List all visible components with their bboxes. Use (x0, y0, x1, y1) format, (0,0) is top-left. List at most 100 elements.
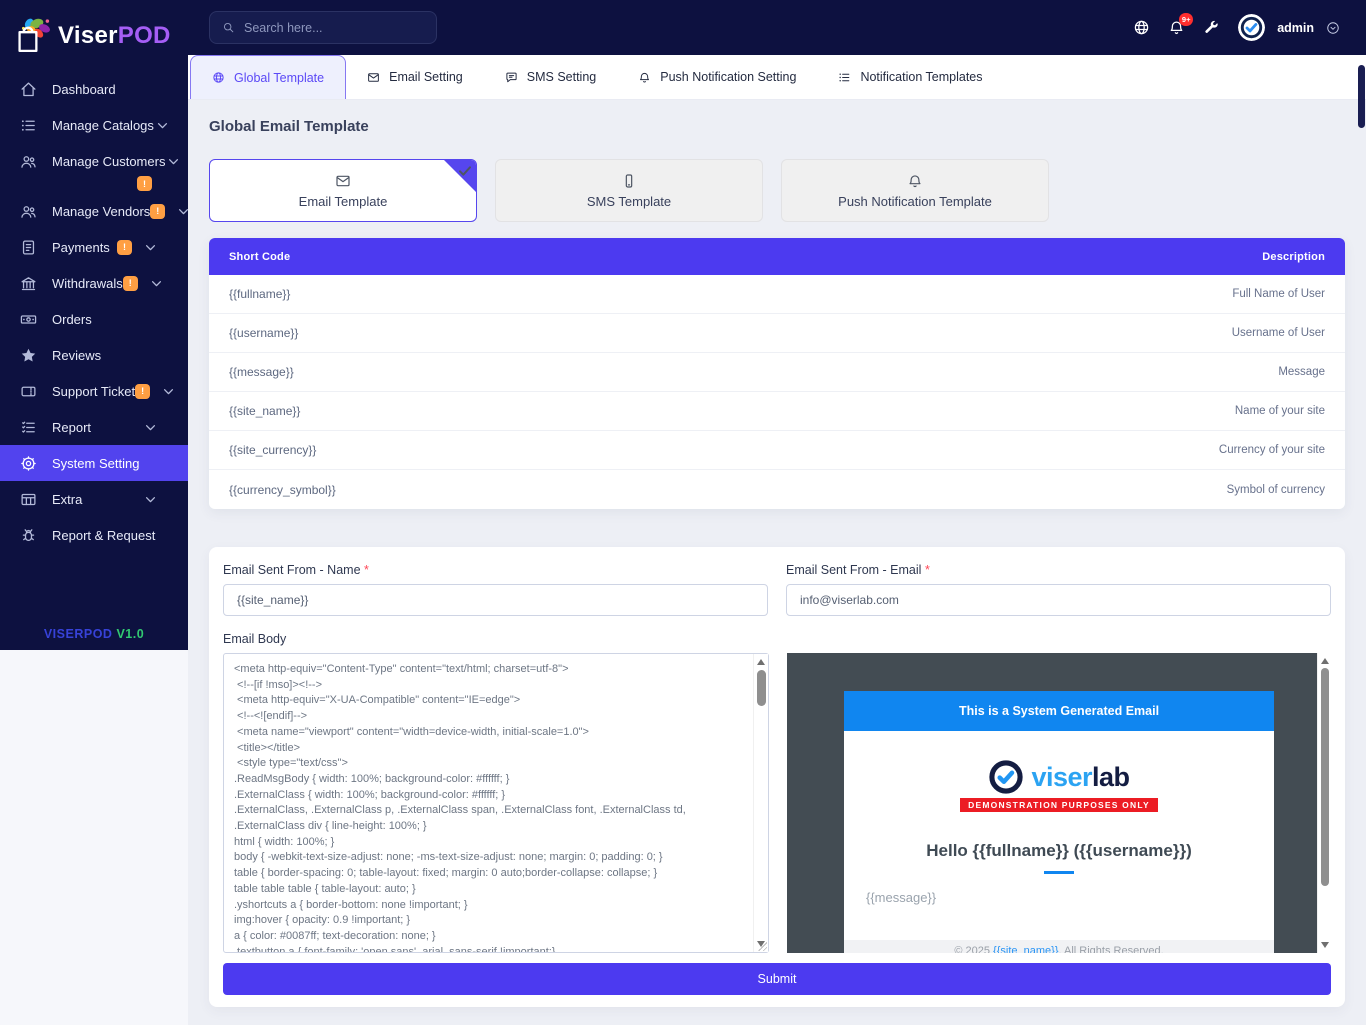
chevron-down-icon (165, 153, 182, 170)
email-preview-panel: This is a System Generated Email viserla… (787, 653, 1331, 953)
tab-sms-setting[interactable]: SMS Setting (484, 55, 617, 99)
language-globe-icon[interactable] (1133, 19, 1150, 36)
invoice-icon (20, 239, 37, 256)
shortcode-value: {{currency_symbol}} (229, 483, 336, 497)
sidebar-item-manage-vendors[interactable]: Manage Vendors! (0, 193, 188, 229)
shortcode-description: Message (1278, 366, 1325, 378)
bell-icon (638, 71, 651, 84)
brand-logo[interactable]: ViserPOD (0, 0, 188, 71)
sidebar-item-payments[interactable]: Payments! (0, 229, 188, 265)
chevron-down-icon (160, 383, 177, 400)
table-header: Short Code Description (209, 238, 1345, 275)
site-name-link[interactable]: {{site_name}} (993, 945, 1058, 953)
search-input[interactable] (244, 21, 424, 35)
email-preview: This is a System Generated Email viserla… (844, 691, 1274, 953)
table-row: {{message}}Message (209, 353, 1345, 392)
submit-button[interactable]: Submit (223, 963, 1331, 995)
shortcode-description: Username of User (1232, 327, 1325, 339)
phone-icon (621, 173, 637, 189)
top-bar: 9+ admin (188, 0, 1366, 55)
preview-body: viserlab DEMONSTRATION PURPOSES ONLY Hel… (844, 731, 1274, 953)
globe-icon (212, 71, 225, 84)
report-icon (20, 419, 37, 436)
users-icon (20, 203, 37, 220)
admin-menu-label[interactable]: admin (1277, 21, 1314, 35)
bug-icon (20, 527, 37, 544)
sidebar-item-support-ticket[interactable]: Support Ticket! (0, 373, 188, 409)
chat-icon (505, 71, 518, 84)
card-sms-template[interactable]: SMS Template (495, 159, 763, 222)
preview-banner: This is a System Generated Email (844, 691, 1274, 731)
page-title: Global Email Template (209, 118, 1345, 135)
chevron-down-icon (154, 117, 171, 134)
sidebar-item-report-request[interactable]: Report & Request (0, 517, 188, 553)
tab-notification-templates[interactable]: Notification Templates (817, 55, 1003, 99)
tab-push-notification-setting[interactable]: Push Notification Setting (617, 55, 817, 99)
name-field-label: Email Sent From - Name * (223, 563, 768, 577)
brand-name: ViserPOD (58, 22, 171, 50)
catalog-icon (20, 117, 37, 134)
chevron-down-icon (175, 203, 192, 220)
notification-count-badge: 9+ (1179, 13, 1193, 26)
tab-email-setting[interactable]: Email Setting (346, 55, 484, 99)
cash-icon (20, 311, 37, 328)
column-description: Description (1262, 251, 1325, 263)
email-template-form: Email Sent From - Name * Email Sent From… (209, 547, 1345, 1007)
card-push-notification-template[interactable]: Push Notification Template (781, 159, 1049, 222)
scrollbar-thumb[interactable] (757, 670, 766, 706)
resize-grip-icon[interactable] (757, 941, 767, 951)
required-mark: * (925, 563, 930, 577)
sidebar: ViserPOD Dashboard Manage Catalogs Manag… (0, 0, 188, 650)
sidebar-item-manage-catalogs[interactable]: Manage Catalogs (0, 107, 188, 143)
status-badge: ! (123, 276, 138, 291)
column-short-code: Short Code (229, 251, 290, 263)
sidebar-item-reviews[interactable]: Reviews (0, 337, 188, 373)
chevron-down-icon (142, 239, 159, 256)
table-row: {{site_name}}Name of your site (209, 392, 1345, 431)
shortcode-table: Short Code Description {{fullname}}Full … (209, 238, 1345, 509)
template-type-cards: Email Template SMS Template Push Notific… (209, 159, 1345, 222)
star-icon (20, 347, 37, 364)
table-row: {{fullname}}Full Name of User (209, 275, 1345, 314)
users-icon (20, 153, 37, 170)
chevron-down-icon[interactable] (1326, 21, 1340, 35)
viserlab-mark-icon (988, 759, 1024, 795)
table-row: {{site_currency}}Currency of your site (209, 431, 1345, 470)
email-body-textarea[interactable]: <meta http-equiv="Content-Type" content=… (224, 654, 752, 952)
page-scrollbar[interactable] (1358, 65, 1365, 128)
envelope-icon (367, 71, 380, 84)
demo-ribbon: DEMONSTRATION PURPOSES ONLY (960, 798, 1158, 812)
sidebar-item-dashboard[interactable]: Dashboard (0, 71, 188, 107)
main-content: Global Email Template Email Template SMS… (188, 100, 1366, 1025)
bank-icon (20, 275, 37, 292)
sidebar-item-system-setting[interactable]: System Setting (0, 445, 188, 481)
tab-global-template[interactable]: Global Template (190, 55, 346, 99)
scroll-down-arrow[interactable] (1321, 942, 1329, 948)
email-sent-from-email-field[interactable] (786, 584, 1331, 616)
scroll-up-arrow[interactable] (757, 659, 765, 665)
home-icon (20, 81, 37, 98)
scroll-up-arrow[interactable] (1321, 658, 1329, 664)
sidebar-item-orders[interactable]: Orders (0, 301, 188, 337)
email-sent-from-name-field[interactable] (223, 584, 768, 616)
preview-greeting: Hello {{fullname}} ({{username}}) (844, 841, 1274, 861)
status-badge: ! (137, 176, 152, 191)
sidebar-item-withdrawals[interactable]: Withdrawals! (0, 265, 188, 301)
table-row: {{currency_symbol}}Symbol of currency (209, 470, 1345, 509)
status-badge: ! (117, 240, 132, 255)
status-badge: ! (150, 204, 165, 219)
grid-icon (20, 491, 37, 508)
card-email-template[interactable]: Email Template (209, 159, 477, 222)
notifications-bell[interactable]: 9+ (1168, 19, 1185, 36)
sidebar-item-manage-customers[interactable]: Manage Customers! (0, 143, 188, 179)
splash-logo-icon (10, 13, 56, 59)
preview-message: {{message}} (844, 890, 1274, 905)
wrench-icon[interactable] (1203, 19, 1220, 36)
sidebar-item-extra[interactable]: Extra (0, 481, 188, 517)
gear-icon (20, 455, 37, 472)
avatar[interactable] (1238, 14, 1265, 41)
shortcode-value: {{site_name}} (229, 404, 300, 418)
sidebar-item-report[interactable]: Report (0, 409, 188, 445)
scrollbar-thumb[interactable] (1321, 668, 1329, 886)
top-right-actions: 9+ admin (1133, 14, 1340, 41)
